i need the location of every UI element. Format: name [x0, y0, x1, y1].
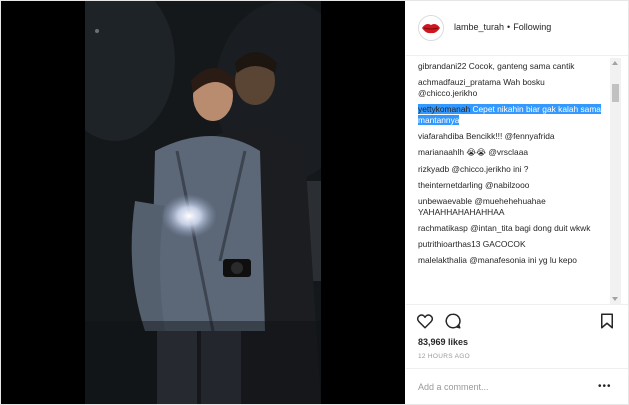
comment-input[interactable] [418, 379, 588, 395]
scroll-up-icon[interactable] [612, 61, 618, 65]
comment-user[interactable]: unbewaevable [418, 196, 472, 206]
comment: rizkyadb @chicco.jerikho ini ? [418, 164, 606, 175]
comment-user[interactable]: achmadfauzi_pratama [418, 77, 501, 87]
comment: putrithioarthas13 GACOCOK [418, 239, 606, 250]
post-actions [406, 304, 628, 334]
lips-logo-icon[interactable] [418, 15, 444, 41]
comment-user[interactable]: viafarahdiba [418, 131, 464, 141]
comments-pane: gibrandani22 Cocok, ganteng sama cantik … [406, 58, 628, 304]
heart-icon[interactable] [416, 312, 434, 330]
separator-dot: • [507, 22, 511, 32]
comment-user[interactable]: malelakthalia [418, 255, 467, 265]
photo-scene [85, 1, 321, 404]
comment-user[interactable]: rizkyadb [418, 164, 449, 174]
post-header: lambe_turah • Following [406, 1, 628, 56]
comment: unbewaevable @muehehehuahae YAHAHHAHAHAH… [418, 196, 606, 218]
comment-text: @manafesonia ini yg lu kepo [469, 255, 577, 266]
add-comment-bar: ••• [406, 368, 628, 404]
comment-list: gibrandani22 Cocok, ganteng sama cantik … [418, 61, 606, 271]
post-photo[interactable] [1, 1, 405, 404]
comment-user[interactable]: gibrandani22 [418, 61, 466, 71]
post-timestamp[interactable]: 12 HOURS AGO [418, 353, 470, 360]
comment: theinternetdarling @nabilzooo [418, 180, 606, 191]
comment-text: GACOCOK [482, 239, 526, 250]
comment-text: Bencikk!!! @fennyafrida [465, 131, 555, 142]
letterbox-left [1, 1, 85, 404]
header-text: lambe_turah • Following [454, 22, 551, 32]
username-link[interactable]: lambe_turah [454, 22, 504, 32]
scroll-down-icon[interactable] [612, 297, 618, 301]
comment-text: @intan_tita bagi dong duit wkwk [470, 222, 591, 233]
instagram-post: lambe_turah • Following gibrandani22 Cocok… [0, 0, 629, 405]
comment-text: @chicco.jerikho ini ? [451, 163, 529, 174]
comment: viafarahdiba Bencikk!!! @fennyafrida [418, 131, 606, 142]
comment-bubble-icon[interactable] [444, 312, 462, 330]
comment-selected: yettykomanah Cepet nikahin biar gak kala… [418, 104, 606, 126]
comment-user[interactable]: theinternetdarling [418, 180, 483, 190]
following-button[interactable]: Following [513, 22, 551, 32]
comment: marianaahlh 😭😭 @vrsclaaa [418, 147, 606, 158]
comment: achmadfauzi_pratama Wah bosku @chicco.je… [418, 77, 606, 99]
comment: rachmatikasp @intan_tita bagi dong duit … [418, 223, 606, 234]
comment-text: Cocok, ganteng sama cantik [468, 61, 575, 71]
letterbox-right [321, 1, 405, 404]
comment: gibrandani22 Cocok, ganteng sama cantik [418, 61, 606, 72]
comment-user[interactable]: yettykomanah [418, 104, 471, 115]
comment-text: 😭😭 @vrsclaaa [466, 147, 529, 158]
post-sidebar: lambe_turah • Following gibrandani22 Cocok… [406, 1, 628, 404]
comment-user[interactable]: marianaahlh [418, 147, 464, 157]
comment-text: @nabilzooo [485, 179, 530, 190]
comment-user[interactable]: putrithioarthas13 [418, 239, 480, 249]
scrollbar-thumb[interactable] [612, 84, 619, 102]
likes-count[interactable]: 83,969 likes [418, 337, 468, 347]
couple-photo-illustration [85, 1, 321, 404]
bookmark-icon[interactable] [598, 312, 616, 330]
more-options-button[interactable]: ••• [598, 381, 612, 392]
comment-user[interactable]: rachmatikasp [418, 223, 468, 233]
comments-scrollbar[interactable] [610, 58, 621, 304]
comment: malelakthalia @manafesonia ini yg lu kep… [418, 255, 606, 266]
